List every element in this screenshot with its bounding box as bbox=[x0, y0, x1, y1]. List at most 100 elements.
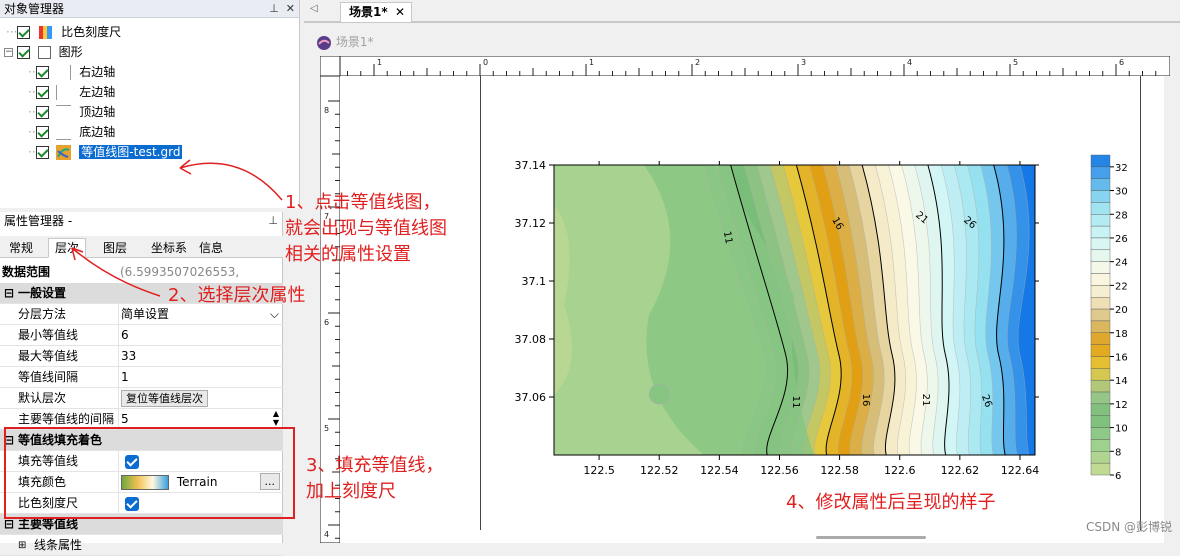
collapse-icon[interactable]: ⊟ bbox=[4, 283, 14, 304]
colorscale-swatch bbox=[1090, 368, 1111, 381]
colorscale-swatch bbox=[1090, 344, 1111, 357]
tab-label: 场景1* bbox=[349, 5, 388, 19]
colorscale-swatch bbox=[1090, 379, 1111, 393]
min-contour-input[interactable]: 6 bbox=[118, 325, 283, 345]
y-tick-label: 37.08 bbox=[515, 333, 547, 346]
colorscale-swatch bbox=[1090, 308, 1111, 322]
colorscale-swatch bbox=[1090, 462, 1111, 476]
colorscale-swatch bbox=[1090, 178, 1111, 191]
scene-icon bbox=[317, 35, 331, 50]
pin-icon[interactable]: ⊥ bbox=[269, 2, 279, 15]
expand-icon[interactable]: ⊞ bbox=[18, 535, 26, 556]
annotation-line: 相关的属性设置 bbox=[285, 244, 411, 265]
reset-levels-button[interactable]: 复位等值线层次 bbox=[121, 390, 208, 407]
tree-item-label: 顶边轴 bbox=[79, 105, 116, 119]
checkbox[interactable] bbox=[35, 146, 49, 159]
tab-coordinate-system[interactable]: 坐标系 bbox=[144, 238, 194, 258]
axis-icon bbox=[56, 65, 72, 80]
tab-scene1[interactable]: 场景1* ✕ bbox=[340, 2, 412, 22]
ruler-label: 6 bbox=[324, 318, 329, 327]
x-tick-label: 122.58 bbox=[820, 464, 859, 477]
ruler-label: 4 bbox=[907, 58, 912, 67]
ruler-label: 5 bbox=[324, 424, 329, 433]
checkbox[interactable] bbox=[17, 26, 31, 39]
colorscale-swatch bbox=[1090, 427, 1111, 440]
x-tick-label: 122.5 bbox=[583, 464, 615, 477]
max-contour-input[interactable]: 33 bbox=[118, 346, 283, 366]
pin-icon[interactable]: ⊥ bbox=[268, 214, 278, 227]
tab-info[interactable]: 信息 bbox=[192, 238, 230, 258]
credit-watermark: CSDN @彭博锐 bbox=[1085, 520, 1172, 534]
tab-scroll-left-icon[interactable]: ◁ bbox=[310, 3, 318, 14]
tree-item-colorscale[interactable]: ··· 比色刻度尺 bbox=[6, 22, 121, 42]
tree-item-contour-map[interactable]: ·· 等值线图-test.grd bbox=[28, 142, 183, 162]
colorscale-tick-label: 26 bbox=[1115, 234, 1128, 245]
checkbox[interactable] bbox=[35, 106, 49, 119]
prop-row-default-levels[interactable]: 默认层次 复位等值线层次 bbox=[0, 388, 283, 409]
checkbox[interactable] bbox=[35, 86, 49, 99]
tree-item-right-axis[interactable]: ·· 右边轴 bbox=[28, 62, 115, 82]
object-manager-title: 对象管理器 ⊥ ✕ bbox=[0, 0, 299, 18]
prop-key: 最小等值线 bbox=[18, 328, 79, 342]
colorscale-tick-label: 24 bbox=[1115, 258, 1128, 269]
colorscale-swatch bbox=[1090, 403, 1111, 416]
ruler-label: 6 bbox=[1119, 58, 1124, 67]
annotation-2: 2、选择层次属性 bbox=[168, 285, 306, 306]
colorscale-tick-label: 16 bbox=[1115, 352, 1128, 363]
prop-row-min-contour[interactable]: 最小等值线 6 bbox=[0, 325, 283, 346]
checkbox[interactable] bbox=[35, 66, 49, 79]
prop-row-line-props[interactable]: ⊞ 线条属性 bbox=[0, 535, 283, 556]
y-tick-label: 37.14 bbox=[515, 159, 547, 172]
page-margin-left bbox=[480, 76, 481, 530]
contour-interval-input[interactable]: 1 bbox=[118, 367, 283, 387]
x-tick-label: 122.52 bbox=[640, 464, 679, 477]
property-manager-title-text: 属性管理器 - bbox=[4, 214, 73, 228]
h-scrollbar-thumb[interactable] bbox=[816, 536, 926, 539]
colorscale-swatch bbox=[1090, 391, 1111, 405]
tree-item-top-axis[interactable]: ·· 顶边轴 bbox=[28, 102, 115, 122]
annotation-line: 1、点击等值线图， bbox=[285, 192, 441, 213]
tree-item-shapes[interactable]: − 图形 bbox=[4, 42, 83, 62]
tab-general[interactable]: 常规 bbox=[2, 238, 40, 258]
prop-key: 线条属性 bbox=[34, 538, 83, 552]
major-interval-stepper[interactable]: 5 ▲ ▼ bbox=[118, 409, 283, 429]
prop-value: 简单设置 bbox=[121, 307, 170, 321]
colorscale-swatch bbox=[1090, 190, 1111, 203]
colorscale-tick-label: 32 bbox=[1115, 163, 1128, 174]
ruler-label: 1 bbox=[377, 58, 382, 67]
prop-row-max-contour[interactable]: 最大等值线 33 bbox=[0, 346, 283, 367]
tab-levels[interactable]: 层次 bbox=[48, 238, 87, 258]
x-tick-label: 122.54 bbox=[700, 464, 739, 477]
object-manager-title-text: 对象管理器 bbox=[4, 2, 65, 16]
colorscale-swatch bbox=[1090, 297, 1111, 310]
collapse-icon[interactable]: − bbox=[4, 48, 13, 57]
data-range-row: 数据范围 (6.5993507026553, 32.191... bbox=[0, 262, 283, 300]
document-tabstrip: ◁ bbox=[304, 0, 1180, 22]
close-icon[interactable]: ✕ bbox=[286, 2, 295, 15]
y-tick-label: 37.1 bbox=[522, 275, 547, 288]
tab-layer[interactable]: 图层 bbox=[96, 238, 134, 258]
tree-item-left-axis[interactable]: ·· 左边轴 bbox=[28, 82, 115, 102]
y-tick-label: 37.06 bbox=[515, 391, 547, 404]
colorscale-swatch bbox=[1090, 285, 1111, 298]
colorscale-swatch bbox=[1090, 225, 1111, 239]
checkbox[interactable] bbox=[17, 46, 30, 59]
stepper-arrows-icon[interactable]: ▲ ▼ bbox=[273, 409, 279, 427]
colorscale-swatch bbox=[1090, 249, 1111, 262]
colorscale-swatch bbox=[1090, 451, 1111, 464]
annotation-1: 1、点击等值线图， 就会出现与等值线图 相关的属性设置 bbox=[285, 190, 447, 268]
tree-item-bottom-axis[interactable]: ·· 底边轴 bbox=[28, 122, 115, 142]
close-icon[interactable]: ✕ bbox=[395, 3, 405, 21]
checkbox[interactable] bbox=[35, 126, 49, 139]
prop-row-contour-interval[interactable]: 等值线间隔 1 bbox=[0, 367, 283, 388]
contour-chart: 122.5 122.52 122.54 122.56 122.58 122.6 122.62… bbox=[515, 159, 1040, 477]
annotation-line: 3、填充等值线， bbox=[306, 455, 444, 476]
ruler-label: 2 bbox=[695, 58, 700, 67]
colorscale-tick-label: 14 bbox=[1115, 376, 1128, 387]
colorscale-icon bbox=[39, 26, 53, 39]
colorscale-tick-label: 12 bbox=[1115, 400, 1128, 411]
category-label: 一般设置 bbox=[18, 286, 67, 300]
contour-label: 11 bbox=[721, 230, 734, 244]
colorscale-swatch bbox=[1090, 320, 1111, 333]
colorscale-tick-label: 6 bbox=[1115, 471, 1121, 482]
